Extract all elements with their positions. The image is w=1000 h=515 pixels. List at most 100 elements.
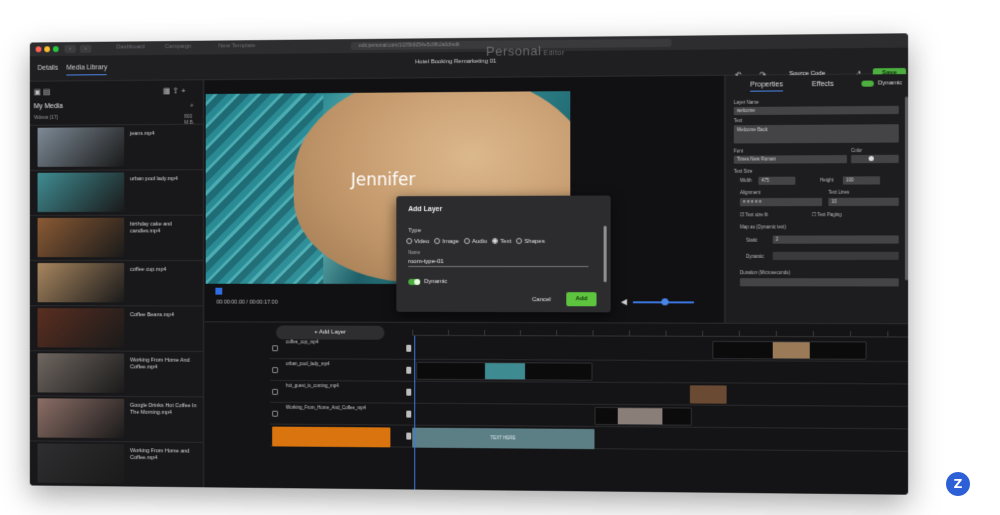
browser-forward-button[interactable]: › bbox=[79, 44, 92, 53]
list-item[interactable]: coffee cup.mp4 bbox=[29, 260, 204, 304]
tab-properties[interactable]: Properties bbox=[750, 81, 783, 92]
radio-label: Text bbox=[500, 238, 512, 245]
volume-icon[interactable]: ◀ bbox=[621, 297, 627, 306]
dynamic-map-field[interactable] bbox=[772, 251, 899, 260]
library-tools: ▣ ▤ bbox=[34, 87, 51, 96]
app-logo-badge[interactable]: Z bbox=[946, 472, 970, 496]
tab-details[interactable]: Details bbox=[38, 65, 59, 72]
width-label: Width bbox=[739, 177, 752, 183]
add-layer-label: Add Layer bbox=[319, 329, 346, 336]
clip-urban-pool-lady[interactable] bbox=[416, 361, 593, 381]
radio-circle-icon bbox=[406, 238, 413, 245]
timecode: 00:00:00.00 / 00:00:17.00 bbox=[216, 299, 278, 306]
radio-label: Video bbox=[414, 239, 430, 246]
properties-panel: Properties Effects Dynamic Layer Name we… bbox=[724, 74, 909, 324]
list-item[interactable]: Google Drinks Hot Coffee In The Morning.… bbox=[29, 395, 204, 440]
trash-icon[interactable] bbox=[406, 432, 412, 440]
brand-logo: Personal Editor bbox=[486, 43, 565, 59]
folder-icon[interactable]: ▤ bbox=[43, 87, 50, 96]
media-name: Working From Home and Coffee.mp4 bbox=[129, 448, 190, 462]
media-thumbnail bbox=[37, 263, 125, 303]
duration-field[interactable] bbox=[739, 278, 899, 287]
track-label[interactable]: hot_guest_is_coming_mp4 bbox=[286, 383, 339, 388]
clip-text-here[interactable]: TEXT HERE bbox=[412, 427, 595, 450]
list-item[interactable]: Working From Home and Coffee.mp4 bbox=[29, 440, 204, 486]
tab-media-library[interactable]: Media Library bbox=[66, 64, 108, 76]
width-field[interactable]: 475 bbox=[758, 176, 796, 185]
track-label[interactable]: urban_pool_lady_mp4 bbox=[286, 361, 330, 366]
grid-view-icon[interactable]: ▦ bbox=[163, 86, 170, 95]
list-item[interactable]: birthday cake and candles.mp4 bbox=[29, 214, 204, 259]
radio-label: Shapes bbox=[524, 238, 545, 245]
list-item[interactable]: Working From Home And Coffee.mp4 bbox=[29, 350, 204, 395]
dialog-scrollbar[interactable] bbox=[603, 225, 607, 283]
text-size-fit-checkbox[interactable]: ☑ Text size fit bbox=[740, 212, 768, 218]
add-button[interactable]: Add bbox=[566, 292, 597, 307]
trash-icon[interactable] bbox=[406, 388, 412, 396]
list-item[interactable]: Coffee Beans.mp4 bbox=[29, 305, 204, 349]
add-media-icon[interactable]: + bbox=[181, 86, 186, 95]
upload-icon[interactable]: ⇪ bbox=[172, 86, 179, 95]
type-radio-audio[interactable]: Audio bbox=[463, 237, 487, 245]
video-overlay-text[interactable]: Jennifer bbox=[351, 170, 416, 190]
color-picker[interactable] bbox=[851, 154, 899, 164]
duration-label: Duration (Microseconds) bbox=[739, 270, 791, 276]
color-swatch-icon bbox=[868, 155, 874, 162]
nav-new-template[interactable]: New Template bbox=[218, 43, 255, 49]
trash-icon[interactable] bbox=[406, 344, 412, 352]
alignment-buttons[interactable]: ≡ ≡ ≡ ≡ ≡ bbox=[739, 197, 823, 207]
radio-circle-icon bbox=[492, 237, 499, 244]
clip-working-from-home[interactable] bbox=[594, 406, 692, 426]
text-lines-field[interactable]: 10 bbox=[828, 197, 899, 207]
layer-name-field[interactable]: welcome bbox=[733, 105, 899, 116]
nav-campaign[interactable]: Campaign bbox=[165, 44, 192, 50]
dynamic-toggle[interactable] bbox=[408, 278, 421, 285]
brand-main: Personal bbox=[485, 43, 542, 59]
cancel-button[interactable]: Cancel bbox=[532, 297, 551, 303]
search-icon[interactable]: ⌕ bbox=[190, 102, 194, 110]
media-name: urban pool lady.mp4 bbox=[129, 176, 178, 183]
track-label[interactable]: coffee_cup_mp4 bbox=[286, 339, 319, 344]
add-layer-dialog: Add Layer Type Video Image Audio Text Shapes… bbox=[396, 195, 611, 313]
properties-scrollbar[interactable] bbox=[904, 96, 909, 281]
minimize-window-icon[interactable] bbox=[44, 46, 51, 53]
clip-welcome-orange[interactable] bbox=[272, 426, 391, 448]
type-radio-image[interactable]: Image bbox=[434, 238, 459, 245]
volume-knob[interactable] bbox=[661, 298, 669, 306]
browser-back-button[interactable]: ‹ bbox=[64, 44, 76, 53]
dynamic-panel-toggle[interactable] bbox=[861, 80, 874, 87]
editor-window: ‹ › Dashboard Campaign New Template edit… bbox=[29, 33, 909, 495]
list-item[interactable]: urban pool lady.mp4 bbox=[29, 169, 204, 214]
nav-dashboard[interactable]: Dashboard bbox=[116, 44, 144, 50]
type-label: Type bbox=[408, 228, 422, 235]
trash-icon[interactable] bbox=[406, 410, 412, 418]
clip-coffee-cup[interactable] bbox=[712, 340, 867, 360]
font-select[interactable]: Times New Roman bbox=[733, 155, 847, 164]
media-thumbnail bbox=[37, 172, 125, 213]
clip-thumb bbox=[617, 408, 663, 425]
text-paging-checkbox[interactable]: ☐ Text Paging bbox=[812, 212, 842, 218]
layer-name-input[interactable]: room-type-01 bbox=[408, 256, 589, 268]
clip-hot-guest[interactable] bbox=[689, 385, 727, 404]
radio-label: Image bbox=[442, 239, 459, 246]
color-label: Color bbox=[851, 147, 863, 154]
close-window-icon[interactable] bbox=[35, 46, 42, 53]
media-thumbnail bbox=[37, 308, 125, 348]
trash-icon[interactable] bbox=[406, 366, 412, 374]
type-radio-text[interactable]: Text bbox=[492, 237, 512, 245]
tab-effects[interactable]: Effects bbox=[812, 81, 834, 88]
timeline-playhead[interactable] bbox=[414, 335, 416, 490]
static-field[interactable]: 2 bbox=[772, 235, 899, 244]
text-field[interactable]: Welcome Back bbox=[733, 124, 899, 144]
track-label[interactable]: Working_From_Home_And_Coffee_mp4 bbox=[286, 405, 366, 411]
type-radio-shapes[interactable]: Shapes bbox=[516, 237, 545, 245]
text-size-label: Text Size bbox=[733, 168, 753, 174]
video-folder-icon[interactable]: ▣ bbox=[34, 88, 41, 97]
play-marker[interactable] bbox=[215, 287, 223, 295]
height-field[interactable]: 100 bbox=[842, 176, 881, 185]
library-actions: ▦ ⇪ + bbox=[163, 86, 186, 95]
list-item[interactable]: jeans.mp4 bbox=[29, 123, 204, 168]
maximize-window-icon[interactable] bbox=[52, 46, 59, 53]
project-title: Hotel Booking Remarketing 01 bbox=[415, 58, 497, 66]
type-radio-video[interactable]: Video bbox=[406, 238, 429, 245]
